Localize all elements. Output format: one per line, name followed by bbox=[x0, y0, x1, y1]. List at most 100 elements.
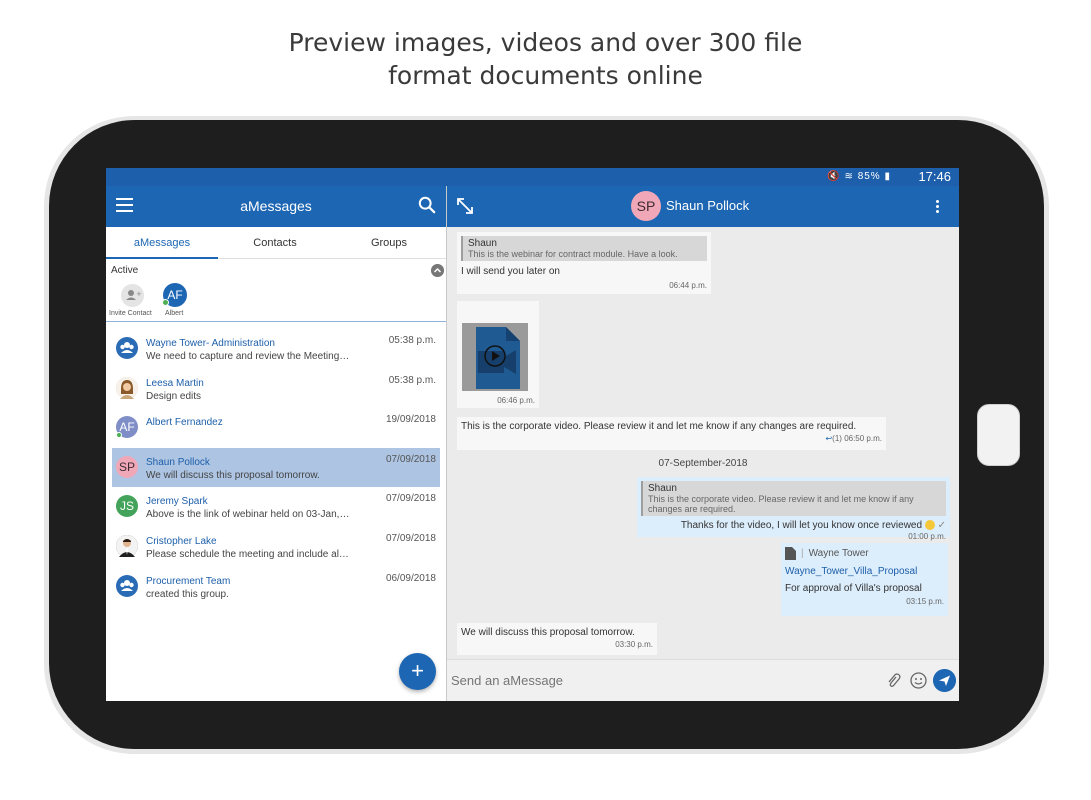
conversation-name: Albert Fernandez bbox=[146, 417, 223, 429]
conversation-name: Jeremy Spark bbox=[146, 496, 208, 508]
compose-bar bbox=[447, 659, 959, 701]
quoted-sender: Shaun bbox=[648, 483, 677, 494]
conversation-item[interactable]: JS Jeremy Spark Above is the link of web… bbox=[112, 487, 440, 527]
quoted-text: This is the corporate video. Please revi… bbox=[648, 494, 914, 514]
more-options-icon[interactable] bbox=[936, 200, 940, 214]
conversation-name: Procurement Team bbox=[146, 575, 231, 587]
quoted-message[interactable]: Shaun This is the webinar for contract m… bbox=[461, 236, 707, 261]
date-separator: 07-September-2018 bbox=[658, 458, 748, 469]
conversation-item[interactable]: Cristopher Lake Please schedule the meet… bbox=[112, 527, 440, 567]
message-time: 06:46 p.m. bbox=[497, 396, 535, 405]
conversation-item[interactable]: Leesa Martin Design edits 05:38 p.m. bbox=[112, 369, 440, 409]
online-indicator bbox=[162, 299, 169, 306]
conversation-preview: Design edits bbox=[146, 390, 202, 402]
document-icon bbox=[785, 547, 796, 560]
message-time: 03:30 p.m. bbox=[615, 640, 653, 649]
message-text: I will send you later on bbox=[461, 266, 560, 277]
tab-groups[interactable]: Groups bbox=[332, 227, 446, 259]
message-text: For approval of Villa's proposal bbox=[785, 583, 922, 594]
quoted-message[interactable]: Shaun This is the corporate video. Pleas… bbox=[641, 481, 946, 516]
user-photo-avatar bbox=[116, 376, 138, 399]
user-photo-avatar bbox=[116, 534, 138, 557]
group-avatar-icon bbox=[116, 337, 138, 359]
invite-contact-label[interactable]: Invite Contact bbox=[109, 310, 152, 317]
message-time: 03:15 p.m. bbox=[906, 597, 944, 606]
conversation-list: Wayne Tower- Administration We need to c… bbox=[112, 329, 440, 606]
message-text: This is the corporate video. Please revi… bbox=[461, 421, 857, 432]
wifi-icon: ≋ bbox=[844, 171, 854, 182]
conversation-time: 05:38 p.m. bbox=[388, 374, 436, 386]
document-link[interactable]: Wayne_Tower_Villa_Proposal bbox=[785, 566, 944, 577]
message-input[interactable] bbox=[451, 673, 871, 688]
contact-avatar[interactable]: SP bbox=[631, 191, 661, 221]
document-sender: Wayne Tower bbox=[808, 548, 869, 559]
emoji-icon[interactable] bbox=[910, 672, 927, 689]
message-time: 06:50 p.m. bbox=[844, 434, 882, 443]
message-video[interactable]: 06:46 p.m. bbox=[457, 301, 539, 408]
conversation-time: 19/09/2018 bbox=[385, 414, 436, 426]
invite-contact-icon[interactable]: + bbox=[121, 284, 144, 307]
user-initials-avatar: JS bbox=[116, 495, 138, 518]
conversation-time: 07/09/2018 bbox=[385, 532, 436, 544]
headline: Preview images, videos and over 300 file… bbox=[0, 26, 1091, 92]
collapse-chevron-icon[interactable] bbox=[431, 264, 444, 277]
conversation-name: Leesa Martin bbox=[146, 377, 204, 389]
battery-icon: ▮ bbox=[884, 171, 891, 182]
left-tabs: aMessages Contacts Groups bbox=[106, 227, 446, 259]
user-initials-avatar: SP bbox=[116, 455, 138, 478]
conversation-item[interactable]: Wayne Tower- Administration We need to c… bbox=[112, 329, 440, 369]
conversation-name: Shaun Pollock bbox=[146, 456, 210, 468]
tab-contacts[interactable]: Contacts bbox=[218, 227, 332, 259]
send-icon[interactable] bbox=[933, 669, 956, 692]
message-text: Thanks for the video, I will let you kno… bbox=[680, 520, 923, 531]
app-title: aMessages bbox=[240, 198, 312, 214]
message-incoming[interactable]: Shaun This is the webinar for contract m… bbox=[457, 232, 711, 294]
expand-icon[interactable] bbox=[455, 196, 475, 216]
conversation-time: 07/09/2018 bbox=[385, 493, 436, 505]
new-message-button[interactable]: + bbox=[399, 653, 436, 690]
read-check-icon: ✓ bbox=[937, 520, 946, 531]
online-indicator bbox=[116, 432, 122, 439]
smile-emoji-icon bbox=[924, 520, 935, 531]
message-incoming[interactable]: We will discuss this proposal tomorrow. … bbox=[457, 623, 657, 655]
conversation-preview: Please schedule the meeting and include … bbox=[146, 548, 351, 560]
section-divider bbox=[106, 321, 446, 322]
conversation-item[interactable]: AF Albert Fernandez 19/09/2018 bbox=[112, 408, 440, 448]
chat-app-bar: SP Shaun Pollock bbox=[447, 186, 959, 227]
tab-amessages[interactable]: aMessages bbox=[106, 227, 218, 259]
conversation-preview: created this group. bbox=[146, 588, 229, 600]
message-time: 06:44 p.m. bbox=[669, 281, 707, 290]
contact-name[interactable]: Shaun Pollock bbox=[666, 198, 749, 213]
mute-icon: 🔇 bbox=[827, 171, 841, 182]
tablet-home-button bbox=[977, 404, 1020, 466]
conversation-item[interactable]: Procurement Team created this group. 06/… bbox=[112, 567, 440, 607]
headline-line-2: format documents online bbox=[388, 61, 703, 90]
search-icon[interactable] bbox=[418, 196, 436, 214]
status-bar: 🔇 ≋ 85% ▮ 17:46 bbox=[106, 168, 959, 186]
conversation-preview: We will discuss this proposal tomorrow. bbox=[146, 469, 320, 481]
message-time: 01:00 p.m. bbox=[908, 532, 946, 541]
active-user-label: Albert bbox=[165, 310, 184, 317]
video-file-icon[interactable] bbox=[462, 323, 528, 391]
svg-text:+: + bbox=[136, 290, 142, 298]
message-incoming[interactable]: This is the corporate video. Please revi… bbox=[457, 417, 886, 450]
conversation-time: 06/09/2018 bbox=[385, 572, 436, 584]
conversation-name: Wayne Tower- Administration bbox=[146, 338, 275, 349]
status-icons: 🔇 ≋ 85% ▮ bbox=[827, 171, 891, 182]
chat-thread: Shaun This is the webinar for contract m… bbox=[447, 227, 959, 659]
conversation-preview: We need to capture and review the Meetin… bbox=[146, 351, 351, 362]
conversation-preview: Above is the link of webinar held on 03-… bbox=[146, 509, 351, 521]
paperclip-icon[interactable] bbox=[887, 673, 901, 689]
conversation-item-selected[interactable]: SP Shaun Pollock We will discuss this pr… bbox=[112, 447, 440, 488]
conversation-time: 05:38 p.m. bbox=[388, 335, 436, 346]
group-avatar-icon bbox=[116, 574, 138, 597]
quoted-text: This is the webinar for contract module.… bbox=[468, 249, 678, 259]
conversation-time: 07/09/2018 bbox=[385, 453, 436, 465]
message-outgoing[interactable]: Shaun This is the corporate video. Pleas… bbox=[637, 477, 950, 541]
left-app-bar: aMessages bbox=[106, 186, 446, 227]
message-text: We will discuss this proposal tomorrow. bbox=[461, 627, 635, 638]
reply-count[interactable]: (1) bbox=[832, 434, 842, 443]
message-document[interactable]: | Wayne Tower Wayne_Tower_Villa_Proposal… bbox=[781, 543, 948, 616]
status-time: 17:46 bbox=[918, 169, 951, 184]
battery-level: 85% bbox=[857, 171, 881, 182]
